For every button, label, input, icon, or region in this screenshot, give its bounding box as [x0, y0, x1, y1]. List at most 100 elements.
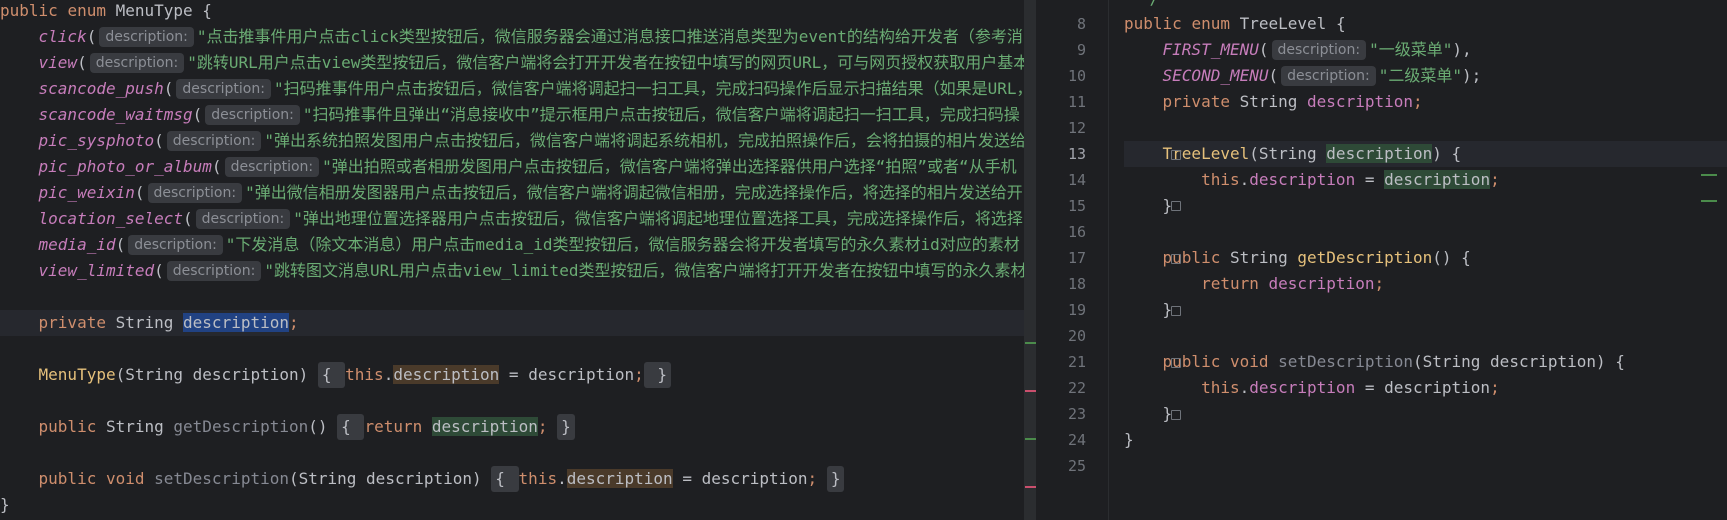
code-line[interactable]: public String getDescription() {	[1124, 245, 1625, 271]
code-line[interactable]: pic_sysphoto(description: "弹出系统拍照发图用户点击按钮…	[0, 128, 1024, 154]
code-token: ;	[634, 365, 644, 384]
right-code-area[interactable]: public enum TreeLevel { FIRST_MENU(descr…	[1124, 11, 1625, 479]
code-line[interactable]: }	[1124, 401, 1625, 427]
code-token: location_select	[38, 209, 184, 228]
code-line[interactable]: view(description: "跳转URL用户点击view类型按钮后，微信客…	[0, 50, 1024, 76]
code-line[interactable]: }	[1124, 297, 1625, 323]
folded-region[interactable]: }	[826, 466, 845, 492]
code-line[interactable]: }	[1124, 427, 1625, 453]
code-line[interactable]	[0, 440, 1024, 466]
code-line[interactable]	[0, 388, 1024, 414]
code-line[interactable]: location_select(description: "弹出地理位置选择器用户…	[0, 206, 1024, 232]
line-number: 21	[1067, 353, 1086, 371]
code-line[interactable]: this.description = description;	[1124, 167, 1625, 193]
code-token: enum	[1191, 14, 1240, 33]
line-number: 22	[1067, 379, 1086, 397]
fold-icon[interactable]	[1171, 201, 1181, 211]
code-line[interactable]	[1124, 453, 1625, 479]
code-token: String	[1229, 248, 1298, 267]
code-line[interactable]: scancode_waitmsg(description: "扫码推事件且弹出“消…	[0, 102, 1024, 128]
code-line[interactable]: scancode_push(description: "扫码推事件用户点击按钮后，…	[0, 76, 1024, 102]
code-token: ) {	[1432, 144, 1462, 163]
code-token: scancode_waitmsg	[38, 105, 193, 124]
code-line[interactable]: SECOND_MENU(description: "二级菜单");	[1124, 63, 1625, 89]
gutter-divider	[1108, 0, 1109, 520]
code-token: pic_sysphoto	[38, 131, 155, 150]
folded-region[interactable]: }	[557, 414, 575, 440]
folded-region[interactable]: {	[491, 466, 519, 492]
line-number-gutter: 8 9 10 11 12 13 14 15 16 17 18 19 20 21 22 23 24 25	[1036, 11, 1096, 479]
code-token: String	[105, 417, 174, 436]
line-number: 25	[1067, 457, 1086, 475]
left-scrollbar[interactable]	[1024, 0, 1039, 520]
code-token: return	[1201, 274, 1269, 293]
code-line[interactable]: public enum MenuType {	[0, 0, 1024, 24]
code-line[interactable]: TreeLevel(String description) {	[1124, 141, 1625, 167]
code-token: .	[383, 365, 394, 384]
code-token: (String description) {	[1412, 352, 1625, 371]
code-line[interactable]: }	[1124, 193, 1625, 219]
code-line[interactable]	[1124, 323, 1625, 349]
fold-icon[interactable]	[1171, 150, 1181, 160]
parameter-hint: description:	[224, 157, 320, 177]
parameter-hint: description:	[89, 53, 185, 73]
code-token: description	[1326, 144, 1433, 163]
code-token: String	[1239, 92, 1308, 111]
left-code-area[interactable]: public enum MenuType { click(description…	[0, 0, 1024, 518]
code-line[interactable]: media_id(description: "下发消息（除文本消息）用户点击med…	[0, 232, 1024, 258]
code-token: .	[1239, 170, 1250, 189]
code-token: description	[1249, 378, 1356, 397]
code-token: description	[183, 313, 289, 332]
fold-icon[interactable]	[1171, 358, 1181, 368]
code-line[interactable]	[1124, 219, 1625, 245]
line-number: 14	[1067, 171, 1086, 189]
code-line[interactable]: pic_photo_or_album(description: "弹出拍照或者相册…	[0, 154, 1024, 180]
code-token: "下发消息（除文本消息）用户点击media_id类型按钮后，微信服务器会将开发者…	[225, 235, 1020, 254]
code-token: description	[393, 365, 500, 384]
fold-icon[interactable]	[1171, 306, 1181, 316]
code-token: "扫码推事件且弹出“消息接收中”提示框用户点击按钮后，微信客户端将调起扫一扫工具…	[302, 105, 1020, 124]
code-line[interactable]: private String description;	[0, 310, 1024, 336]
code-line[interactable]: public void setDescription(String descri…	[0, 466, 1024, 492]
code-line[interactable]: MenuType(String description) { this.desc…	[0, 362, 1024, 388]
code-token: view	[38, 53, 78, 72]
left-editor-pane[interactable]: public enum MenuType { click(description…	[0, 0, 1024, 520]
line-number: 19	[1067, 301, 1086, 319]
code-token: this	[1201, 170, 1240, 189]
code-line[interactable]: }	[0, 492, 1024, 518]
fold-icon[interactable]	[1171, 410, 1181, 420]
code-line[interactable]: private String description;	[1124, 89, 1625, 115]
code-line[interactable]: FIRST_MENU(description: "一级菜单"),	[1124, 37, 1625, 63]
code-line[interactable]	[0, 336, 1024, 362]
code-line[interactable]: return description;	[1124, 271, 1625, 297]
code-token: TreeLevel {	[1239, 14, 1346, 33]
code-line[interactable]: public void setDescription(String descri…	[1124, 349, 1625, 375]
code-token: public	[1124, 14, 1192, 33]
folded-region[interactable]: {	[317, 362, 346, 388]
code-token: return	[364, 417, 432, 436]
line-number: 10	[1067, 67, 1086, 85]
code-line[interactable]: public String getDescription() { return …	[0, 414, 1024, 440]
right-editor-pane[interactable]: 8910111213141516171819202122232425 */ pu…	[1036, 0, 1727, 520]
code-line[interactable]	[0, 284, 1024, 310]
code-token: () {	[1432, 248, 1471, 267]
line-number: 8	[1076, 15, 1086, 33]
change-marker	[1701, 200, 1717, 202]
line-number: 12	[1067, 119, 1086, 137]
code-token: ),	[1452, 40, 1472, 59]
code-line[interactable]: view_limited(description: "跳转图文消息URL用户点击v…	[0, 258, 1024, 284]
code-token: "弹出地理位置选择器用户点击按钮后，微信客户端将调起地理位置选择工具，完成选择操…	[293, 209, 1023, 228]
fold-icon[interactable]	[1171, 254, 1181, 264]
code-token: pic_photo_or_album	[38, 157, 212, 176]
folded-region[interactable]: {	[337, 414, 365, 440]
folded-region[interactable]: }	[643, 362, 672, 388]
code-line[interactable]	[1124, 115, 1625, 141]
code-line[interactable]: pic_weixin(description: "弹出微信相册发图器用户点击按钮后…	[0, 180, 1024, 206]
code-line[interactable]: this.description = description;	[1124, 375, 1625, 401]
code-line[interactable]: click(description: "点击推事件用户点击click类型按钮后，微…	[0, 24, 1024, 50]
code-line[interactable]: public enum TreeLevel {	[1124, 11, 1625, 37]
